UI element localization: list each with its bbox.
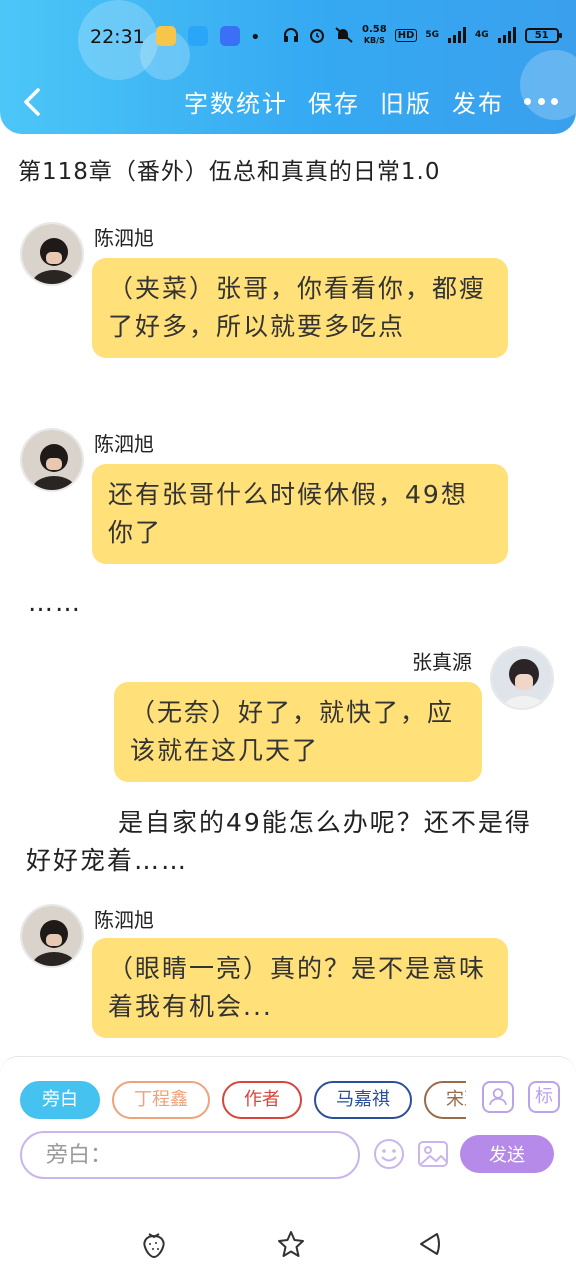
save-button[interactable]: 保存	[308, 84, 360, 119]
qq-icon	[188, 26, 208, 46]
battery-level: 51	[534, 29, 549, 41]
signal-bars-icon	[497, 27, 516, 43]
headphones-icon	[284, 28, 298, 42]
send-button[interactable]: 发送	[460, 1135, 554, 1173]
signal-bars-icon	[448, 27, 467, 43]
status-app-icons	[156, 26, 240, 46]
publish-button[interactable]: 发布	[452, 84, 504, 119]
image-icon[interactable]	[416, 1137, 450, 1171]
chapter-title: 第118章（番外）伍总和真真的日常1.0	[18, 159, 441, 185]
strawberry-icon[interactable]	[138, 1228, 170, 1260]
narration-text: ……	[28, 588, 82, 617]
mark-icon[interactable]: 标	[528, 1081, 560, 1113]
avatar[interactable]	[490, 646, 554, 710]
alarm-icon	[310, 29, 324, 43]
speaker-name: 陈泗旭	[94, 226, 154, 250]
role-chip-ding-chengxin[interactable]: 丁程鑫	[112, 1081, 210, 1119]
signal-5g-label: 5G	[425, 30, 440, 40]
role-chip-song-yaxuan[interactable]: 宋亚轩	[424, 1081, 466, 1119]
message-bubble[interactable]: 还有张哥什么时候休假，49想你了	[92, 464, 508, 564]
net-speed: 0.58 KB/S	[362, 24, 387, 46]
more-options-icon[interactable]	[524, 97, 558, 107]
role-chip-list: 旁白 丁程鑫 作者 马嘉祺 宋亚轩	[20, 1081, 466, 1121]
status-indicators: 0.58 KB/S HD 5G 4G 51	[282, 24, 562, 46]
top-app-bar: 22:31 • 0.58 KB/S HD 5G 4G 51 字数统计 保存 旧版…	[0, 0, 576, 134]
role-chip-author[interactable]: 作者	[222, 1081, 302, 1119]
baidu-icon	[220, 26, 240, 46]
system-nav-bar	[0, 1208, 576, 1280]
word-count-button[interactable]: 字数统计	[184, 84, 288, 119]
old-version-button[interactable]: 旧版	[380, 84, 432, 119]
status-time: 22:31	[90, 26, 145, 48]
message-bubble[interactable]: （夹菜）张哥，你看看你，都瘦了好多，所以就要多吃点	[92, 258, 508, 358]
signal-4g-label: 4G	[475, 30, 489, 40]
avatar[interactable]	[20, 222, 84, 286]
net-speed-unit: KB/S	[363, 36, 385, 45]
back-arrow-icon[interactable]	[18, 84, 48, 120]
emoji-icon[interactable]	[372, 1137, 406, 1171]
status-bar: 22:31 • 0.58 KB/S HD 5G 4G 51	[0, 18, 576, 58]
battery-icon: 51	[524, 27, 562, 43]
avatar[interactable]	[20, 428, 84, 492]
narration-text: 是自家的49能怎么办呢？还不是得好好宠着……	[26, 808, 532, 875]
toolbar-actions: 字数统计 保存 旧版 发布	[184, 84, 558, 119]
role-chip-ma-jiaqi[interactable]: 马嘉祺	[314, 1081, 412, 1119]
hd-badge: HD	[394, 28, 418, 42]
avatar[interactable]	[20, 904, 84, 968]
star-icon[interactable]	[275, 1228, 307, 1260]
role-chip-narration[interactable]: 旁白	[20, 1081, 100, 1119]
back-triangle-icon[interactable]	[413, 1228, 445, 1260]
net-speed-value: 0.58	[362, 24, 387, 35]
speaker-name: 陈泗旭	[94, 432, 154, 456]
message-bubble[interactable]: （眼睛一亮）真的？是不是意味着我有机会...	[92, 938, 508, 1038]
status-dot: •	[250, 27, 261, 48]
message-input[interactable]	[20, 1131, 360, 1179]
composer-panel: 旁白 丁程鑫 作者 马嘉祺 宋亚轩 标 发送	[0, 1056, 576, 1208]
wechat-like-icon	[156, 26, 176, 46]
speaker-name: 张真源	[412, 650, 472, 674]
mute-icon	[335, 27, 353, 43]
speaker-name: 陈泗旭	[94, 908, 154, 932]
message-bubble[interactable]: （无奈）好了，就快了，应该就在这几天了	[114, 682, 482, 782]
character-manage-icon[interactable]	[482, 1081, 514, 1113]
